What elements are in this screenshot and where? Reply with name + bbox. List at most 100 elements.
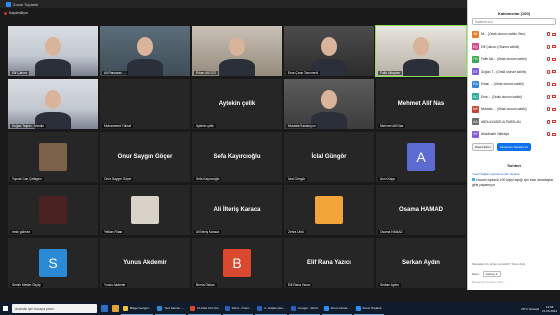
- taskbar-app-5[interactable]: 2. Güçlen.(Ke...: [255, 302, 288, 315]
- chat-visibility-note[interactable]: Mesajlarınızı kimler görebilir? Kayıt Aç…: [472, 262, 525, 266]
- video-tile[interactable]: Esra Çınar Tanrıverdi: [284, 26, 374, 76]
- clock-date: 21.05.2022: [541, 308, 557, 313]
- mic-muted-icon[interactable]: [547, 107, 550, 112]
- participant-name-label: Onur Saygın Göçer: [102, 177, 134, 181]
- taskbar-app-label: Word - Öneri...: [231, 306, 252, 310]
- video-tile[interactable]: Onur Saygın Göçer Onur Saygın Göçer: [100, 132, 190, 182]
- camera-off-icon[interactable]: [552, 57, 556, 61]
- video-tile[interactable]: Muhammed Yüksel: [100, 79, 190, 129]
- video-tile[interactable]: Osama HAMAD Osama HAMAD: [376, 185, 466, 235]
- record-dot-icon: [4, 11, 7, 15]
- mic-muted-icon[interactable]: [547, 82, 550, 87]
- person-head: [320, 37, 338, 56]
- participant-name-label: Serkan Aydın: [378, 283, 401, 287]
- mic-muted-icon[interactable]: [547, 132, 550, 137]
- participant-row[interactable]: AA ABDULKADİR ALPARSLAN: [468, 116, 560, 129]
- participant-name: Mi... (Ortak oturum sahibi, Ben): [481, 32, 526, 37]
- start-button[interactable]: [0, 302, 10, 315]
- participant-name-label: Elif Çakırcı: [10, 71, 30, 75]
- taskbar-app-2[interactable]: Yeni Sekme -...: [155, 302, 187, 315]
- participant-row[interactable]: EÇ Elif Çakırcı (Oturum sahibi): [468, 41, 560, 54]
- taskbar-search-input[interactable]: Aramak için buraya yazın: [12, 304, 97, 313]
- video-tile[interactable]: Ali İlteriş Karaca Ali İlteriş Karaca: [192, 185, 282, 235]
- participant-avatar: EÇ: [472, 43, 479, 51]
- mic-muted-icon[interactable]: [547, 32, 550, 37]
- video-tile[interactable]: Mehmet Alif Nas Mehmet Alif Nas: [376, 79, 466, 129]
- zoom-window: Zoom Toplantı – □ ✕ Kaydediliyor Elif Ça…: [0, 0, 560, 315]
- video-tile[interactable]: Yelkan Fidan: [100, 185, 190, 235]
- video-tile[interactable]: Elif Rana Yazıcı Elif Rana Yazıcı: [284, 238, 374, 288]
- file-explorer-icon[interactable]: [112, 305, 119, 312]
- camera-off-icon[interactable]: [552, 70, 556, 74]
- person-head: [412, 37, 430, 56]
- camera-off-icon[interactable]: [552, 107, 556, 111]
- camera-off-icon[interactable]: [552, 95, 556, 99]
- invite-button[interactable]: Davet Eden: [472, 142, 494, 151]
- video-tile[interactable]: Yunus Akdemir Yunus Akdemir: [100, 238, 190, 288]
- app-icon: [291, 305, 297, 311]
- camera-off-icon[interactable]: [552, 120, 556, 124]
- video-tile[interactable]: İclal Güngör İclal Güngör: [284, 132, 374, 182]
- participant-search-input[interactable]: Katılımcı bul: [472, 18, 556, 25]
- participant-row[interactable]: FA Fatih Alk... (Ortak oturum sahibi): [468, 53, 560, 66]
- video-tile[interactable]: Elif Çakırcı: [8, 26, 98, 76]
- taskbar-app-label: Yeni Sekme -...: [164, 306, 185, 310]
- taskbar-app-6[interactable]: Kongre - Word: [289, 302, 320, 315]
- video-tile[interactable]: emin gülmez: [8, 185, 98, 235]
- taskbar-app-4[interactable]: Word - Öneri...: [222, 302, 254, 315]
- app-icon: [190, 305, 196, 311]
- taskbar-app-3[interactable]: FLASH CCI.tmv: [188, 302, 221, 315]
- video-tile[interactable]: Toprak Can Çelikgen: [8, 132, 98, 182]
- camera-off-icon[interactable]: [552, 45, 556, 49]
- profile-avatar: S: [39, 249, 67, 277]
- participants-panel: Katılımcılar (100) Katılımcı bul Mi Mi...…: [467, 0, 560, 290]
- participant-name-label: Yelkan Fidan: [102, 230, 125, 234]
- mic-muted-icon[interactable]: [547, 94, 550, 99]
- participant-row[interactable]: EA Erkan ... (Ortak oturum sahibi): [468, 78, 560, 91]
- video-tile[interactable]: Doğan Taşkın - Mardin: [8, 79, 98, 129]
- video-tile[interactable]: B Berna Özkan: [192, 238, 282, 288]
- participant-row[interactable]: Mi Mi... (Ortak oturum sahibi, Ben): [468, 28, 560, 41]
- video-tile[interactable]: Aytekin çelik Aytekin çelik: [192, 79, 282, 129]
- mic-muted-icon[interactable]: [547, 44, 550, 49]
- participant-row[interactable]: EÇ Esra ... (Ortak oturum sahibi): [468, 91, 560, 104]
- video-tile[interactable]: Fatih Alkaptan: [375, 25, 467, 77]
- camera-off-icon[interactable]: [552, 132, 556, 136]
- weather-text[interactable]: 28°C Güneşli: [521, 307, 539, 311]
- video-tile[interactable]: Erkan AKGÖZ: [192, 26, 282, 76]
- camera-off-icon[interactable]: [552, 82, 556, 86]
- participant-name-label: İclal Güngör: [286, 177, 308, 181]
- participant-row[interactable]: DT Doğan T... (Ortak oturum sahibi): [468, 66, 560, 79]
- video-feed: [8, 79, 98, 129]
- video-tile[interactable]: S Semih Mesim Ölçüp: [8, 238, 98, 288]
- video-feed: [192, 26, 282, 76]
- clock[interactable]: 13:58 21.05.2022: [542, 305, 557, 313]
- participant-name: Fatih Alk... (Ortak oturum sahibi): [481, 57, 527, 62]
- task-view-icon[interactable]: [101, 305, 108, 312]
- mic-muted-icon[interactable]: [547, 57, 550, 62]
- taskbar-app-8[interactable]: Zoom Toplantı: [353, 302, 384, 315]
- recipient-select[interactable]: Herkes ▾: [482, 271, 501, 277]
- mic-muted-icon[interactable]: [547, 69, 550, 74]
- video-tile[interactable]: Mustafa Karakoyun: [284, 79, 374, 129]
- participant-row[interactable]: MK Mustafa ... (Ortak oturum sahibi): [468, 103, 560, 116]
- participant-avatar: FA: [472, 55, 479, 63]
- video-tile[interactable]: Serkan Aydın Serkan Aydın: [376, 238, 466, 288]
- participant-avatar: MK: [472, 105, 479, 113]
- participant-row[interactable]: AY Abdulkadir Yaltkaya: [468, 128, 560, 141]
- app-icon: [224, 305, 230, 311]
- video-tile[interactable]: Ali Ramazan ...: [100, 26, 190, 76]
- video-tile[interactable]: A Arzu Kaya: [376, 132, 466, 182]
- participant-name-label: Yunus Akdemir: [102, 283, 128, 287]
- camera-off-icon[interactable]: [552, 32, 556, 36]
- taskbar-app-7[interactable]: Zoom Cloud...: [321, 302, 352, 315]
- video-tile[interactable]: Sefa Kayırcıoğlu Sefa Kayırcıoğlu: [192, 132, 282, 182]
- recording-indicator[interactable]: Kaydediliyor: [4, 10, 28, 16]
- chat-input[interactable]: Mesajınızı buraya yazın...: [472, 278, 557, 286]
- video-tile[interactable]: Zehra Ünlü: [284, 185, 374, 235]
- mute-all-button[interactable]: Tamamını Sessize Al: [496, 142, 531, 151]
- participant-avatar: AY: [472, 130, 479, 138]
- taskbar-app-1[interactable]: Belge Gezgini...: [121, 302, 154, 315]
- participant-avatar: DT: [472, 68, 479, 76]
- mic-muted-icon[interactable]: [547, 119, 550, 124]
